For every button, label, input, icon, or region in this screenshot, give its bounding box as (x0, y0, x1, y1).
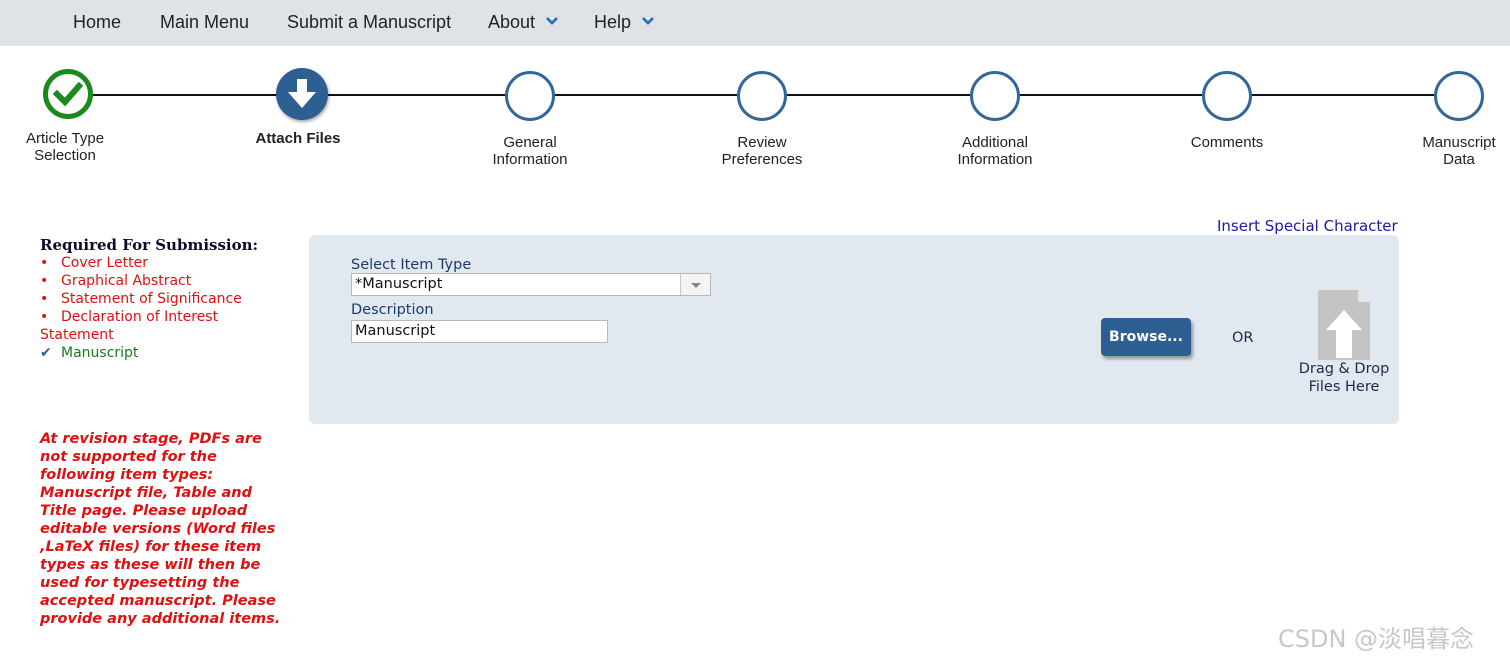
checkmark-icon (52, 81, 84, 107)
revision-stage-note: At revision stage, PDFs are not supporte… (40, 431, 281, 627)
step-attach-files-current-icon[interactable] (276, 68, 328, 120)
step-label-additional-information[interactable]: Additional Information (935, 134, 1055, 168)
item-type-select[interactable]: *Manuscript (351, 273, 711, 296)
chevron-down-icon (546, 17, 558, 26)
nav-main-menu[interactable]: Main Menu (160, 0, 249, 46)
nav-home[interactable]: Home (73, 0, 121, 46)
or-separator: OR (1232, 330, 1254, 346)
required-item-label: Cover Letter (61, 255, 148, 271)
step-label-general-information[interactable]: General Information (470, 134, 590, 168)
required-item-missing: • Declaration of Interest Statement (40, 308, 290, 344)
required-item-label: Statement of Significance (61, 291, 242, 307)
step-label-manuscript-data[interactable]: Manuscript Data (1399, 134, 1510, 168)
step-general-information-circle[interactable] (505, 71, 555, 121)
required-item-complete: ✔ Manuscript (40, 344, 290, 362)
nav-submit-manuscript[interactable]: Submit a Manuscript (287, 0, 451, 46)
upload-file-icon[interactable] (1318, 290, 1370, 360)
description-label: Description (351, 302, 434, 318)
step-label-review-preferences[interactable]: Review Preferences (702, 134, 822, 168)
required-item-missing: • Statement of Significance (40, 290, 290, 308)
required-item-label: Declaration of Interest Statement (40, 309, 219, 343)
bullet-icon: • (40, 255, 49, 271)
step-comments-circle[interactable] (1202, 71, 1252, 121)
step-additional-information-circle[interactable] (970, 71, 1020, 121)
bullet-icon: • (40, 309, 49, 325)
nav-about[interactable]: About (488, 0, 559, 46)
required-for-submission-title: Required For Submission: (40, 236, 259, 254)
drag-drop-label: Drag & Drop Files Here (1298, 361, 1390, 395)
insert-special-character-link[interactable]: Insert Special Character (1217, 217, 1398, 235)
step-label-comments[interactable]: Comments (1167, 134, 1287, 151)
nav-help-label: Help (594, 12, 632, 32)
bullet-icon: • (40, 291, 49, 307)
required-item-label: Manuscript (61, 345, 139, 361)
arrow-down-icon (288, 79, 316, 108)
required-item-label: Graphical Abstract (61, 273, 192, 289)
chevron-down-icon (642, 17, 654, 26)
step-label-attach-files: Attach Files (255, 130, 341, 147)
checkmark-icon: ✔ (40, 345, 52, 361)
step-manuscript-data-circle[interactable] (1434, 71, 1484, 121)
step-review-preferences-circle[interactable] (737, 71, 787, 121)
bullet-icon: • (40, 273, 49, 289)
select-item-type-label: Select Item Type (351, 257, 472, 273)
description-input[interactable]: Manuscript (351, 320, 608, 343)
watermark-text: CSDN @淡唱暮念 (1278, 625, 1475, 653)
item-type-selected-value: *Manuscript (355, 276, 443, 292)
nav-help[interactable]: Help (594, 0, 655, 46)
required-item-missing: • Graphical Abstract (40, 272, 290, 290)
step-article-type-completed-icon[interactable] (43, 69, 93, 119)
browse-button[interactable]: Browse... (1101, 318, 1191, 356)
top-navigation-bar: Home Main Menu Submit a Manuscript About… (0, 0, 1510, 46)
required-item-missing: • Cover Letter (40, 254, 290, 272)
required-items-list: • Cover Letter • Graphical Abstract • State… (40, 254, 290, 362)
nav-about-label: About (488, 12, 536, 32)
step-label-article-type[interactable]: Article Type Selection (5, 130, 125, 164)
dropdown-arrow-icon[interactable] (680, 274, 710, 295)
